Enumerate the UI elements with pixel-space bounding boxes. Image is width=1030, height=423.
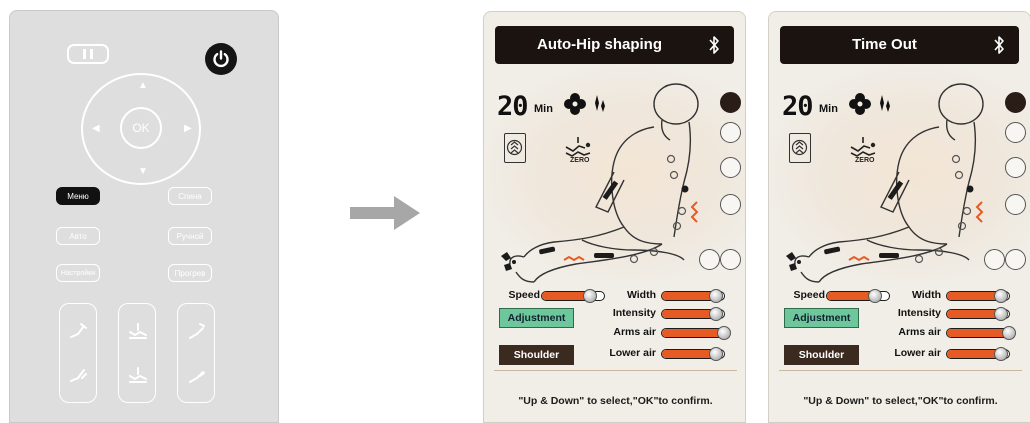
part-button-3[interactable] — [1005, 194, 1026, 215]
speed-slider[interactable] — [541, 289, 605, 303]
power-icon — [213, 50, 229, 68]
lower-air-label: Lower air — [609, 347, 656, 359]
power-button[interactable] — [205, 43, 237, 75]
zero-gravity-button[interactable] — [118, 303, 156, 403]
recline-button[interactable] — [59, 303, 97, 403]
intensity-label: Intensity — [612, 307, 656, 319]
speed-slider[interactable] — [826, 289, 890, 303]
remote-control: ▲ ▼ ◀ ▶ OK Меню Спина Авто Ручной Настро… — [9, 10, 279, 423]
intensity-label: Intensity — [897, 307, 941, 319]
screen-panel: Auto-Hip shaping 20 Min ZERO Speed Width… — [483, 11, 746, 423]
adjustment-button[interactable]: Adjustment — [784, 308, 859, 328]
part-button-5[interactable] — [1005, 249, 1026, 270]
divider — [494, 370, 737, 371]
manual-button[interactable]: Ручной — [168, 227, 212, 245]
zero-gravity-alt-icon — [129, 367, 147, 383]
heat-button[interactable]: Прогрев — [168, 264, 212, 282]
part-button-1[interactable] — [1005, 122, 1026, 143]
speed-label: Speed — [508, 289, 540, 301]
lower-air-slider[interactable] — [946, 347, 1010, 361]
arrow-down-icon[interactable]: ▼ — [138, 167, 148, 177]
arms-air-slider[interactable] — [661, 326, 731, 340]
arrow-left-icon[interactable]: ◀ — [92, 124, 100, 134]
part-button-2[interactable] — [720, 157, 741, 178]
recline-icon — [70, 323, 87, 338]
ok-button[interactable]: OK — [120, 107, 162, 149]
leg-down-icon — [189, 371, 205, 383]
arms-air-label: Arms air — [613, 326, 656, 338]
intensity-slider[interactable] — [661, 307, 725, 321]
arms-air-label: Arms air — [898, 326, 941, 338]
hint-text: "Up & Down" to select,"OK"to confirm. — [518, 395, 713, 407]
part-button-4[interactable] — [984, 249, 1005, 270]
part-button-4[interactable] — [699, 249, 720, 270]
screen-panel: Time Out 20 Min ZERO Speed Width Intensi… — [768, 11, 1030, 423]
lower-air-label: Lower air — [894, 347, 941, 359]
zero-gravity-icon — [129, 323, 147, 339]
width-label: Width — [626, 289, 656, 301]
intensity-slider[interactable] — [946, 307, 1010, 321]
width-slider[interactable] — [946, 289, 1010, 303]
settings-button[interactable]: Настройки — [56, 264, 100, 282]
arrow-right-icon[interactable]: ▶ — [184, 124, 192, 134]
adjustment-button[interactable]: Adjustment — [499, 308, 574, 328]
recline-down-icon — [70, 369, 87, 382]
divider — [779, 370, 1022, 371]
leg-up-icon — [189, 323, 205, 339]
pause-icon — [83, 49, 86, 59]
arrow-up-icon[interactable]: ▲ — [138, 81, 148, 91]
shoulder-button[interactable]: Shoulder — [499, 345, 574, 365]
back-button[interactable]: Спина — [168, 187, 212, 205]
massage-mode-button[interactable] — [720, 92, 741, 113]
dpad: ▲ ▼ ◀ ▶ OK — [81, 73, 201, 185]
width-slider[interactable] — [661, 289, 725, 303]
auto-button[interactable]: Авто — [56, 227, 100, 245]
part-button-5[interactable] — [720, 249, 741, 270]
width-label: Width — [911, 289, 941, 301]
transition-arrow-icon — [350, 196, 420, 230]
speed-label: Speed — [793, 289, 825, 301]
massage-mode-button[interactable] — [1005, 92, 1026, 113]
hint-text: "Up & Down" to select,"OK"to confirm. — [803, 395, 998, 407]
menu-button[interactable]: Меню — [56, 187, 100, 205]
part-button-2[interactable] — [1005, 157, 1026, 178]
leg-button[interactable] — [177, 303, 215, 403]
part-button-1[interactable] — [720, 122, 741, 143]
part-button-3[interactable] — [720, 194, 741, 215]
shoulder-button[interactable]: Shoulder — [784, 345, 859, 365]
pause-button[interactable] — [67, 44, 109, 64]
arms-air-slider[interactable] — [946, 326, 1016, 340]
lower-air-slider[interactable] — [661, 347, 725, 361]
